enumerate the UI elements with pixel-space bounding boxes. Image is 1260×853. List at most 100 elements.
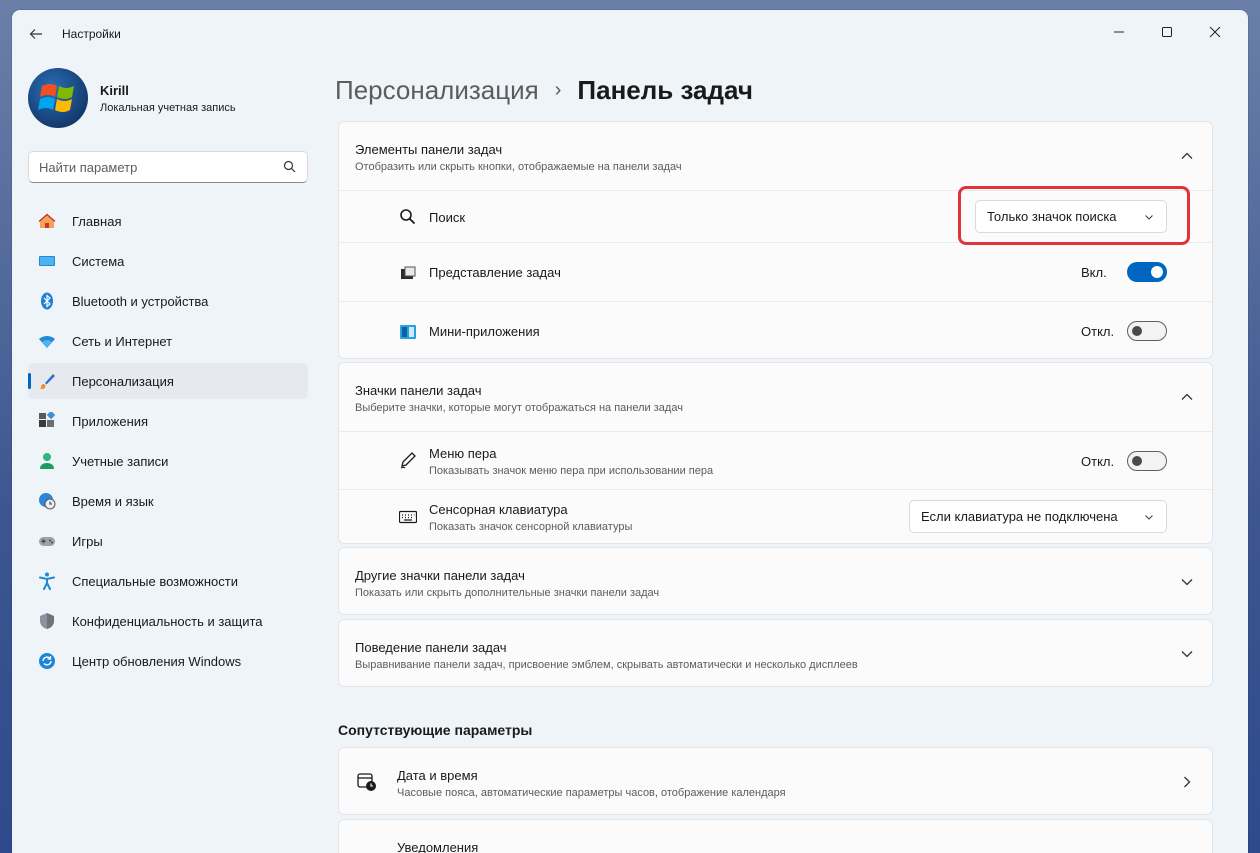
windows-logo-icon <box>38 84 74 112</box>
toggle-knob <box>1132 326 1142 336</box>
notifications-link-card[interactable]: Уведомления <box>338 819 1213 853</box>
calendar-clock-icon <box>357 773 376 791</box>
app-title: Настройки <box>62 27 121 41</box>
highlight-annotation <box>958 186 1190 245</box>
system-icon <box>39 256 55 266</box>
arrow-left-icon <box>29 29 42 39</box>
sidebar-item-label: Приложения <box>72 413 149 429</box>
sidebar-item-label: Персонализация <box>72 373 174 389</box>
taskbar-icons-card: Значки панели задач Выберите значки, кот… <box>338 362 1213 544</box>
user-profile[interactable]: Kirill Локальная учетная запись <box>28 68 328 128</box>
bluetooth-icon <box>41 292 53 310</box>
touch-keyboard-row: Сенсорная клавиатура Показать значок сен… <box>339 489 1212 544</box>
wifi-icon <box>39 335 55 348</box>
touch-keyboard-dropdown[interactable]: Если клавиатура не подключена <box>909 500 1167 533</box>
dropdown-value: Если клавиатура не подключена <box>921 509 1118 524</box>
sidebar-item-accounts[interactable]: Учетные записи <box>28 443 308 479</box>
section-subtitle: Отобразить или скрыть кнопки, отображаем… <box>355 161 682 173</box>
search-icon <box>400 209 416 225</box>
update-icon <box>39 653 55 669</box>
toggle-knob <box>1132 456 1142 466</box>
datetime-subtitle: Часовые пояса, автоматические параметры … <box>397 787 786 799</box>
sidebar-item-label: Игры <box>72 533 103 549</box>
close-button[interactable] <box>1192 16 1238 48</box>
toggle-state-label: Вкл. <box>1081 265 1107 280</box>
maximize-icon <box>1162 27 1172 37</box>
page-title: Панель задач <box>577 74 753 105</box>
widgets-label: Мини-приложения <box>429 324 540 339</box>
sidebar-item-home[interactable]: Главная <box>28 203 308 239</box>
sidebar-item-time-language[interactable]: Время и язык <box>28 483 308 519</box>
settings-window: Настройки Kirill Локальная учетная запис… <box>12 10 1248 853</box>
account-icon <box>40 453 54 469</box>
sidebar-item-label: Специальные возможности <box>72 573 238 589</box>
chevron-right-icon <box>1184 776 1191 788</box>
chevron-down-icon <box>1145 515 1153 520</box>
widgets-icon <box>400 325 416 339</box>
pen-menu-label: Меню пера <box>429 446 497 461</box>
sidebar-item-gaming[interactable]: Игры <box>28 523 308 559</box>
sidebar-item-privacy[interactable]: Конфиденциальность и защита <box>28 603 308 639</box>
section-title: Поведение панели задач <box>355 640 507 655</box>
user-name: Kirill <box>100 83 129 98</box>
sidebar-item-accessibility[interactable]: Специальные возможности <box>28 563 308 599</box>
breadcrumb: Персонализация › Панель задач <box>335 70 753 110</box>
keyboard-icon <box>399 510 417 524</box>
shield-icon <box>40 613 54 629</box>
taskbar-icons-header[interactable]: Значки панели задач Выберите значки, кот… <box>339 363 1212 431</box>
title-bar: Настройки <box>12 10 1248 56</box>
brush-icon <box>39 374 55 390</box>
sidebar-item-windows-update[interactable]: Центр обновления Windows <box>28 643 308 679</box>
other-icons-card[interactable]: Другие значки панели задач Показать или … <box>338 547 1213 615</box>
account-type: Локальная учетная запись <box>100 102 236 114</box>
sidebar-item-label: Система <box>72 253 125 269</box>
sidebar-item-network[interactable]: Сеть и Интернет <box>28 323 308 359</box>
sidebar-item-label: Время и язык <box>72 493 154 509</box>
breadcrumb-parent[interactable]: Персонализация <box>335 75 539 106</box>
sidebar-item-system[interactable]: Система <box>28 243 308 279</box>
task-view-row: Представление задач Вкл. <box>339 242 1212 301</box>
search-icon <box>283 160 296 173</box>
gamepad-icon <box>39 537 55 546</box>
chevron-up-icon[interactable] <box>1180 390 1194 404</box>
sidebar-item-label: Конфиденциальность и защита <box>72 613 263 629</box>
sidebar-item-label: Главная <box>72 213 122 229</box>
sidebar-nav: Главная Система Bluetooth и устройства С… <box>28 203 308 683</box>
chevron-up-icon[interactable] <box>1180 149 1194 163</box>
home-icon <box>38 213 56 228</box>
avatar <box>28 68 88 128</box>
section-subtitle: Выберите значки, которые могут отображат… <box>355 402 683 414</box>
pen-icon <box>400 452 416 469</box>
close-icon <box>1209 26 1221 38</box>
maximize-button[interactable] <box>1144 16 1190 48</box>
taskbar-items-header[interactable]: Элементы панели задач Отобразить или скр… <box>339 122 1212 190</box>
sidebar-item-apps[interactable]: Приложения <box>28 403 308 439</box>
breadcrumb-separator: › <box>554 78 562 101</box>
chevron-down-icon <box>1181 651 1193 658</box>
sidebar-item-bluetooth[interactable]: Bluetooth и устройства <box>28 283 308 319</box>
back-button[interactable] <box>22 22 50 46</box>
accessibility-icon <box>39 572 55 590</box>
task-view-toggle[interactable] <box>1127 262 1167 282</box>
widgets-toggle[interactable] <box>1127 321 1167 341</box>
section-title: Значки панели задач <box>355 383 482 398</box>
datetime-title: Дата и время <box>397 768 478 783</box>
touch-keyboard-label: Сенсорная клавиатура <box>429 502 568 517</box>
sidebar-item-personalization[interactable]: Персонализация <box>28 363 308 399</box>
search-label: Поиск <box>429 210 466 225</box>
search-input[interactable]: Найти параметр <box>28 151 308 183</box>
globe-clock-icon <box>39 493 56 510</box>
section-subtitle: Показать или скрыть дополнительные значк… <box>355 587 660 599</box>
sidebar-item-label: Учетные записи <box>72 453 169 469</box>
pen-menu-toggle[interactable] <box>1127 451 1167 471</box>
sidebar-item-label: Сеть и Интернет <box>72 333 173 349</box>
task-view-icon <box>401 266 416 279</box>
section-title: Элементы панели задач <box>355 142 503 157</box>
taskbar-behavior-card[interactable]: Поведение панели задач Выравнивание пане… <box>338 619 1213 687</box>
sidebar-item-label: Bluetooth и устройства <box>72 293 209 309</box>
related-settings-heading: Сопутствующие параметры <box>338 722 533 738</box>
pen-menu-desc: Показывать значок меню пера при использо… <box>429 465 714 477</box>
minimize-button[interactable] <box>1096 16 1142 48</box>
sidebar-item-label: Центр обновления Windows <box>72 653 242 669</box>
datetime-link-card[interactable]: Дата и время Часовые пояса, автоматическ… <box>338 747 1213 815</box>
